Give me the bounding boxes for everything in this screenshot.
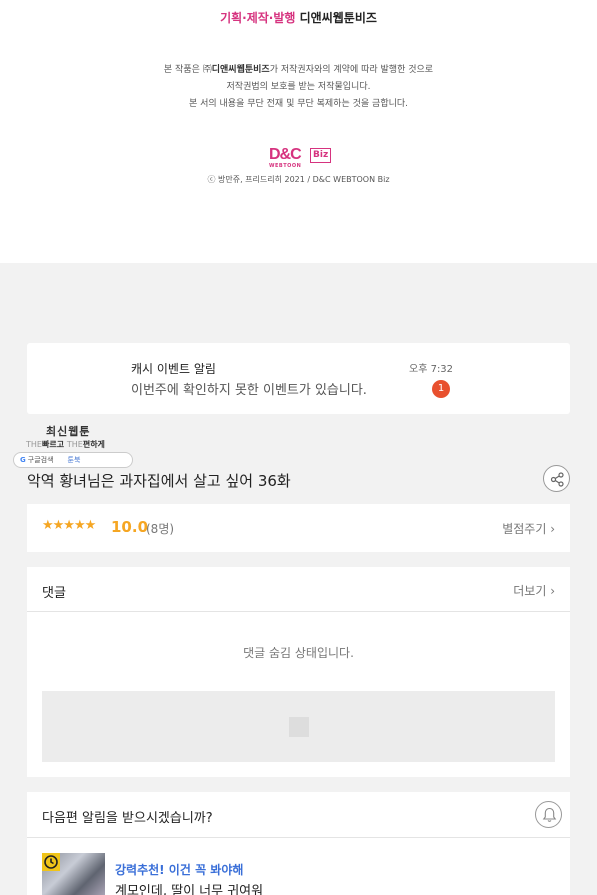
next-alert-header: 다음편 알림을 받으시겠습니까? [27,792,570,838]
dc-webtoon-biz-logo: D&C WEBTOON Biz [269,146,332,170]
site-logo[interactable]: 최신웹툰 THE빠르고 THE편하게 G 구글검색 툰북 [13,422,133,468]
tagline-the-2: THE [66,440,83,449]
comments-more-link[interactable]: 더보기 › [513,582,555,599]
comments-hidden-message: 댓글 숨김 상태입니다. [243,646,354,660]
credits-section: 기획·제작·발행 디앤씨웹툰비즈 본 작품은 ㈜디앤씨웹툰비즈가 저작권자와의 … [0,0,597,263]
recommendation-title[interactable]: 강력추천! 이건 꼭 봐야해 [115,861,243,878]
recommendation-thumbnail[interactable] [42,853,105,895]
site-logo-tagline: THE빠르고 THE편하게 [26,439,105,450]
google-icon: G [20,456,26,464]
rate-button[interactable]: 별점주기 › [502,520,555,537]
logo-webtoon: WEBTOON [269,163,302,169]
image-placeholder-icon [289,717,309,737]
clock-icon [42,853,60,871]
notification-time: 오후 7:32 [409,364,454,375]
notice-prefix: 본 작품은 ㈜ [163,65,212,75]
comments-header: 댓글 더보기 › [27,567,570,612]
tagline-the-1: THE [26,440,42,449]
notice-company: 디앤씨웹툰비즈 [211,65,270,75]
bell-icon [542,807,557,822]
comments-section: 댓글 더보기 › 댓글 숨김 상태입니다. [27,567,570,777]
notice-line-1: 본 작품은 ㈜디앤씨웹툰비즈가 저작권자와의 계약에 따라 발행한 것으로 [0,62,597,79]
rating-count: (8명) [146,522,175,536]
rating-score: 10.0 [111,518,149,536]
google-search-label: 구글검색 [27,456,54,464]
share-button[interactable] [543,465,570,492]
comments-label: 댓글 [42,586,66,601]
notice-suffix: 가 저작권자와의 계약에 따라 발행한 것으로 [269,65,434,75]
copyright-line: ⓒ 방만쥬, 프리드리히 2021 / D&C WEBTOON Biz [207,175,390,184]
planning-company: 디앤씨웹툰비즈 [295,11,377,25]
episode-title: 악역 황녀님은 과자집에서 살고 싶어 36화 [27,472,291,490]
notification-message: 이번주에 확인하지 못한 이벤트가 있습니다. [131,383,367,398]
notice-line-3: 본 서의 내용을 무단 전재 및 무단 복제하는 것을 금합니다. [188,99,409,109]
planning-credit: 기획·제작·발행 디앤씨웹툰비즈 [0,9,597,26]
next-alert-label: 다음편 알림을 받으시겠습니까? [42,811,213,826]
site-logo-title: 최신웹툰 [46,425,91,438]
tagline-easy: 편하게 [82,440,105,449]
notification-badge: 1 [432,380,450,398]
recommendation-description[interactable]: 계모인데, 딸이 너무 귀여워 [115,880,263,895]
share-icon [550,472,564,487]
logo-dc: D&C [269,146,302,163]
ad-placeholder[interactable] [42,691,555,762]
star-rating-icon: ★★★★★ [42,518,96,533]
next-episode-alert-section: 다음편 알림을 받으시겠습니까? 강력추천! 이건 꼭 봐야해 계모인데, 딸이… [27,792,570,895]
cash-event-notification[interactable]: 캐시 이벤트 알림 이번주에 확인하지 못한 이벤트가 있습니다. 오후 7:3… [27,343,570,414]
logo-biz: Biz [310,148,332,163]
planning-label: 기획·제작·발행 [220,11,296,25]
alert-bell-button[interactable] [535,801,562,828]
toonbook-label: 툰북 [67,456,81,464]
search-pill[interactable]: G 구글검색 툰북 [13,452,133,468]
notification-title: 캐시 이벤트 알림 [131,362,216,376]
copyright-notice: 본 작품은 ㈜디앤씨웹툰비즈가 저작권자와의 계약에 따라 발행한 것으로 저작… [0,62,597,113]
notice-line-2: 저작권법의 보호를 받는 저작물입니다. [226,82,371,92]
tagline-fast: 빠르고 [41,440,65,449]
rating-bar: ★★★★★ 10.0 (8명) 별점주기 › [27,504,570,552]
